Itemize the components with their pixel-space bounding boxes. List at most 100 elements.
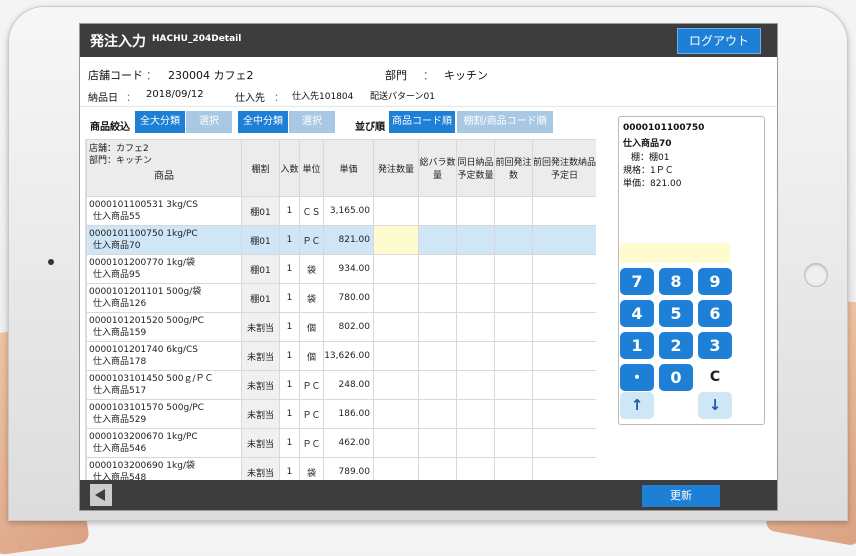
update-button[interactable]: 更新 — [642, 485, 720, 507]
product-name: 仕入商品159 — [93, 328, 147, 338]
table-row[interactable]: 0000101100750 1kg/PC 仕入商品70 棚01 1 ＰＣ 821.00 — [86, 225, 596, 255]
prev-order-cell — [494, 370, 533, 400]
order-qty-cell[interactable] — [373, 457, 419, 481]
order-qty-cell[interactable] — [373, 399, 419, 429]
product-code: 0000103200690 1kg/袋 — [89, 461, 195, 471]
qty-cell: 1 — [279, 312, 300, 342]
prev-date-cell — [532, 312, 596, 342]
unit-cell: ＰＣ — [299, 225, 324, 255]
back-button[interactable] — [90, 484, 112, 506]
key-clear[interactable]: C — [698, 364, 732, 391]
unit-cell: ＣＳ — [299, 196, 324, 226]
total-pieces-cell — [418, 254, 457, 284]
order-qty-cell[interactable] — [373, 254, 419, 284]
major-all-button[interactable]: 全大分類 — [135, 111, 185, 133]
table-row[interactable]: 0000103200670 1kg/PC 仕入商品546 未割当 1 ＰＣ 462.00 — [86, 428, 596, 458]
product-header: 商品 — [154, 171, 174, 182]
same-day-cell — [456, 312, 495, 342]
key-2[interactable]: 2 — [659, 332, 693, 359]
shelf-cell: 未割当 — [241, 312, 280, 342]
price-cell: 821.00 — [323, 225, 374, 255]
key-9[interactable]: 9 — [698, 268, 732, 295]
major-select-button[interactable]: 選択 — [186, 111, 232, 133]
table-row[interactable]: 0000103101570 500g/PC 仕入商品529 未割当 1 ＰＣ 186.00 — [86, 399, 596, 429]
detail-shelf: 棚：棚01 — [631, 153, 670, 163]
prev-order-cell — [494, 428, 533, 458]
key-7[interactable]: 7 — [620, 268, 654, 295]
mid-all-button[interactable]: 全中分類 — [238, 111, 288, 133]
key-3[interactable]: 3 — [698, 332, 732, 359]
key-0[interactable]: 0 — [659, 364, 693, 391]
supplier-colon: ： — [274, 93, 284, 104]
store-colon: ： — [146, 69, 157, 82]
product-cell: 0000101201520 500g/PC 仕入商品159 — [86, 312, 242, 342]
supplier-value: 仕入先101804 — [292, 92, 354, 102]
quantity-input-display[interactable] — [620, 243, 730, 263]
home-button[interactable] — [804, 263, 828, 287]
header-total-pieces: 総バラ数量 — [418, 139, 457, 197]
product-cell: 0000103200670 1kg/PC 仕入商品546 — [86, 428, 242, 458]
price-cell: 462.00 — [323, 428, 374, 458]
product-name: 仕入商品126 — [93, 299, 147, 309]
table-header: 店舗：カフェ2 部門：キッチン 商品 棚割 入数 単位 単価 発注数量 総バラ数… — [86, 139, 596, 197]
product-cell: 0000101200770 1kg/袋 仕入商品95 — [86, 254, 242, 284]
header-unit: 単位 — [299, 139, 324, 197]
order-qty-cell[interactable] — [373, 283, 419, 313]
key-1[interactable]: 1 — [620, 332, 654, 359]
product-name: 仕入商品546 — [93, 444, 147, 454]
table-row[interactable]: 0000101201101 500g/袋 仕入商品126 棚01 1 袋 780.00 — [86, 283, 596, 313]
table-row[interactable]: 0000101201520 500g/PC 仕入商品159 未割当 1 個 802.00 — [86, 312, 596, 342]
header-shelf: 棚割 — [241, 139, 280, 197]
unit-cell: 袋 — [299, 283, 324, 313]
prev-order-cell — [494, 254, 533, 284]
key-4[interactable]: 4 — [620, 300, 654, 327]
header-order-qty: 発注数量 — [373, 139, 419, 197]
order-qty-cell[interactable] — [373, 225, 419, 255]
table-row[interactable]: 0000101100531 3kg/CS 仕入商品55 棚01 1 ＣＳ 3,165.00 — [86, 196, 596, 226]
same-day-cell — [456, 196, 495, 226]
key-8[interactable]: 8 — [659, 268, 693, 295]
header-prev-date: 前回発注数納品予定日 — [532, 139, 596, 197]
total-pieces-cell — [418, 312, 457, 342]
table-row[interactable]: 0000103101450 500ｇ/ＰＣ 仕入商品517 未割当 1 ＰＣ 248.00 — [86, 370, 596, 400]
total-pieces-cell — [418, 341, 457, 371]
order-qty-cell[interactable] — [373, 428, 419, 458]
prev-date-cell — [532, 225, 596, 255]
table-row[interactable]: 0000101201740 6kg/CS 仕入商品178 未割当 1 個 13,626.0… — [86, 341, 596, 371]
unit-cell: 袋 — [299, 457, 324, 481]
logout-button[interactable]: ログアウト — [677, 28, 761, 54]
header-price: 単価 — [323, 139, 374, 197]
product-code: 0000101200770 1kg/袋 — [89, 258, 195, 268]
product-cell: 0000103200690 1kg/袋 仕入商品548 — [86, 457, 242, 481]
price-cell: 248.00 — [323, 370, 374, 400]
prev-date-cell — [532, 196, 596, 226]
key-5[interactable]: 5 — [659, 300, 693, 327]
qty-cell: 1 — [279, 225, 300, 255]
sort-label: 並び順 — [355, 122, 385, 133]
sort-code-button[interactable]: 商品コード順 — [389, 111, 455, 133]
same-day-cell — [456, 254, 495, 284]
shelf-cell: 棚01 — [241, 283, 280, 313]
prev-date-cell — [532, 399, 596, 429]
prev-date-cell — [532, 370, 596, 400]
qty-cell: 1 — [279, 196, 300, 226]
key-6[interactable]: 6 — [698, 300, 732, 327]
prev-date-cell — [532, 341, 596, 371]
order-qty-cell[interactable] — [373, 341, 419, 371]
table-row[interactable]: 0000103200690 1kg/袋 仕入商品548 未割当 1 袋 789.00 — [86, 457, 596, 481]
product-code: 0000103101450 500ｇ/ＰＣ — [89, 374, 214, 384]
order-qty-cell[interactable] — [373, 312, 419, 342]
total-pieces-cell — [418, 428, 457, 458]
table-row[interactable]: 0000101200770 1kg/袋 仕入商品95 棚01 1 袋 934.00 — [86, 254, 596, 284]
arrow-up-key[interactable]: ↑ — [620, 392, 654, 419]
same-day-cell — [456, 341, 495, 371]
mid-select-button[interactable]: 選択 — [289, 111, 335, 133]
narrow-label: 商品絞込 — [90, 122, 130, 133]
order-qty-cell[interactable] — [373, 196, 419, 226]
order-qty-cell[interactable] — [373, 370, 419, 400]
unit-cell: 袋 — [299, 254, 324, 284]
key-dot[interactable]: ・ — [620, 364, 654, 391]
sort-shelf-button[interactable]: 棚割/商品コード順 — [457, 111, 553, 133]
unit-cell: 個 — [299, 312, 324, 342]
arrow-down-key[interactable]: ↓ — [698, 392, 732, 419]
